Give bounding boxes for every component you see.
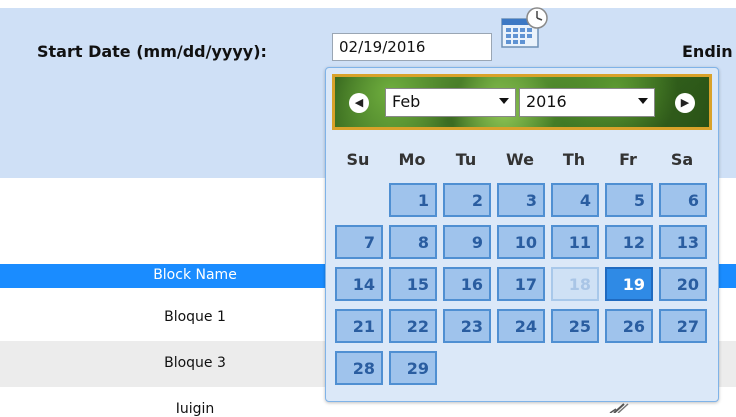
weekday-label: Su	[346, 150, 370, 169]
day-cell[interactable]: 16	[443, 267, 491, 301]
day-cell[interactable]: 21	[335, 309, 383, 343]
day-cell[interactable]: 22	[389, 309, 437, 343]
ending-date-label: Endin	[682, 42, 733, 61]
edit-icon[interactable]	[608, 403, 634, 413]
year-select-value: 2016	[526, 92, 567, 111]
datepicker-header: ◀ Feb 2016 ▶	[332, 74, 712, 130]
day-cell[interactable]: 7	[335, 225, 383, 259]
month-select-value: Feb	[392, 92, 421, 111]
day-cell[interactable]: 23	[443, 309, 491, 343]
day-cell[interactable]: 25	[551, 309, 599, 343]
month-select[interactable]: Feb	[385, 88, 516, 117]
day-cell[interactable]: 17	[497, 267, 545, 301]
day-cell[interactable]: 5	[605, 183, 653, 217]
day-cell[interactable]: 10	[497, 225, 545, 259]
start-date-label: Start Date (mm/dd/yyyy):	[37, 42, 267, 61]
weekday-label: Tu	[455, 150, 477, 169]
start-date-input[interactable]	[332, 33, 492, 61]
day-cell[interactable]: 27	[659, 309, 707, 343]
prev-month-icon[interactable]: ◀	[349, 93, 369, 113]
chevron-down-icon	[638, 98, 648, 104]
chevron-down-icon	[499, 98, 509, 104]
calendar-clock-icon[interactable]	[500, 7, 550, 49]
day-cell[interactable]: 24	[497, 309, 545, 343]
day-cell-selected[interactable]: 19	[605, 267, 653, 301]
day-cell[interactable]: 13	[659, 225, 707, 259]
day-cell[interactable]: 1	[389, 183, 437, 217]
day-cell[interactable]: 12	[605, 225, 653, 259]
day-cell[interactable]: 15	[389, 267, 437, 301]
day-cell[interactable]: 28	[335, 351, 383, 385]
day-cell-disabled: 18	[551, 267, 599, 301]
weekday-label: We	[506, 150, 534, 169]
day-cell[interactable]: 26	[605, 309, 653, 343]
day-cell[interactable]: 4	[551, 183, 599, 217]
day-cell[interactable]: 20	[659, 267, 707, 301]
weekday-label: Fr	[619, 150, 637, 169]
day-cell[interactable]: 8	[389, 225, 437, 259]
year-select[interactable]: 2016	[519, 88, 655, 117]
day-cell[interactable]: 3	[497, 183, 545, 217]
next-month-icon[interactable]: ▶	[675, 93, 695, 113]
weekday-label: Sa	[670, 150, 694, 169]
day-cell[interactable]: 6	[659, 183, 707, 217]
block-name-cell: Iuigin	[175, 401, 215, 417]
weekday-label: Mo	[398, 150, 426, 169]
day-cell[interactable]: 11	[551, 225, 599, 259]
datepicker-popup: ◀ Feb 2016 ▶ Su Mo Tu We Th Fr Sa 1 2 3 …	[325, 67, 719, 402]
weekday-label: Th	[562, 150, 586, 169]
day-cell[interactable]: 9	[443, 225, 491, 259]
day-cell[interactable]: 2	[443, 183, 491, 217]
day-cell[interactable]: 29	[389, 351, 437, 385]
day-cell[interactable]: 14	[335, 267, 383, 301]
